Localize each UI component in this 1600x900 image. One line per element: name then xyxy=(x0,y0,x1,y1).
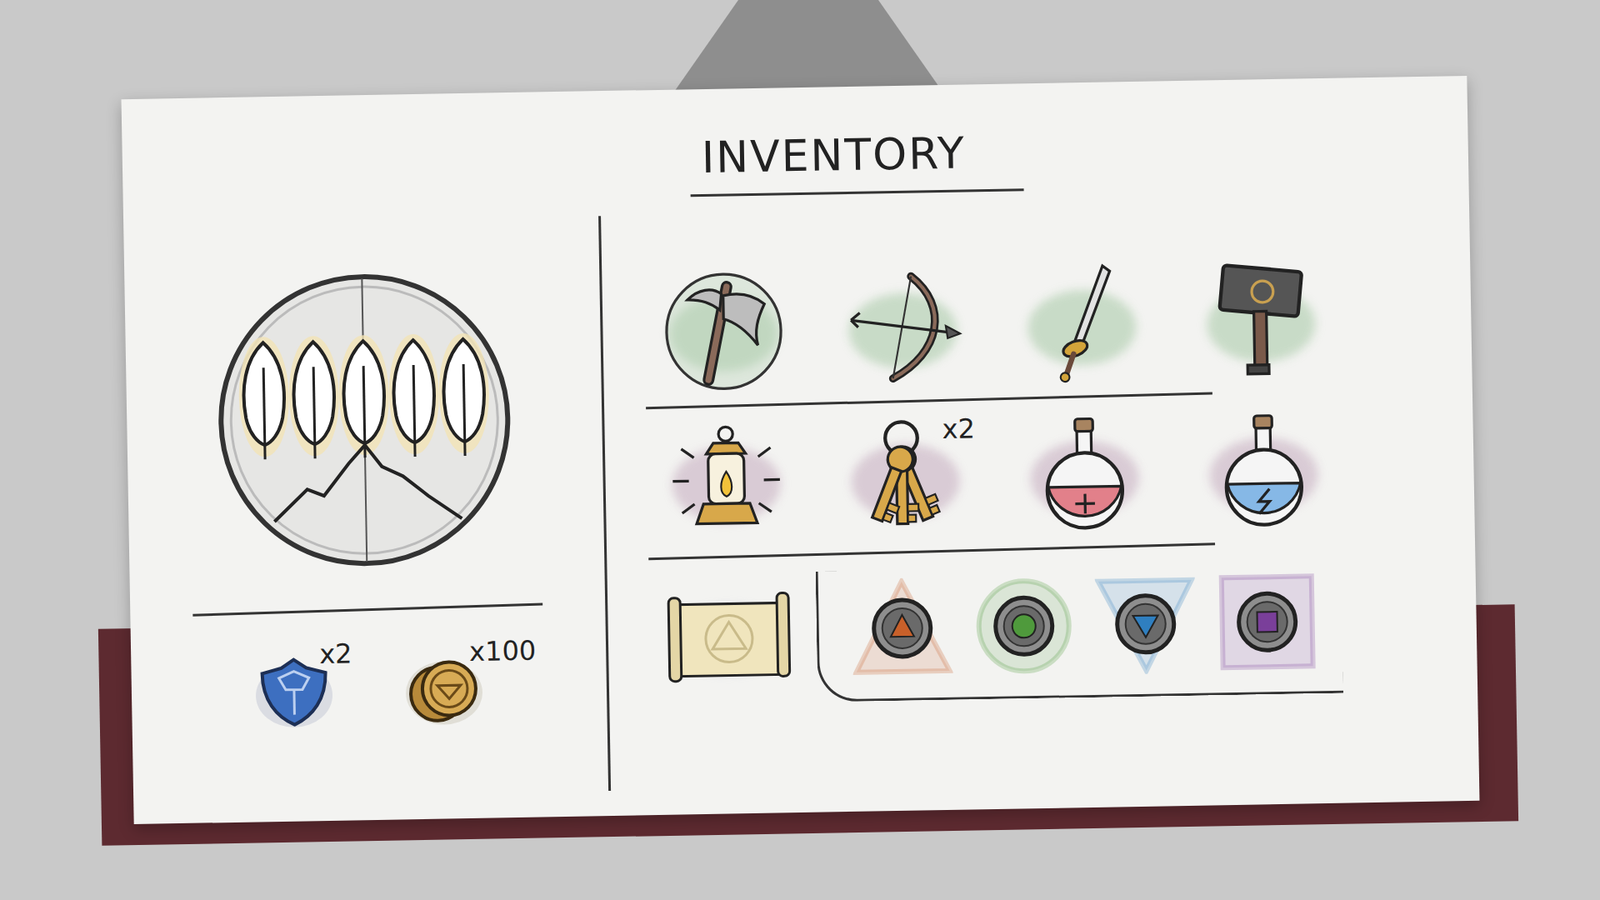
title-block: INVENTORY xyxy=(640,117,1469,198)
divider xyxy=(192,602,543,616)
leaves-emblem-icon xyxy=(211,267,517,573)
rune-slot[interactable] xyxy=(850,577,953,680)
triangle-down-rune-icon xyxy=(1094,573,1196,675)
energy-potion-icon xyxy=(1200,407,1328,535)
currency-item[interactable]: x100 xyxy=(396,642,490,736)
column-divider xyxy=(598,215,611,791)
item-slot[interactable] xyxy=(645,412,807,549)
weapon-slot[interactable] xyxy=(643,261,805,398)
currency-item[interactable]: x2 xyxy=(247,645,341,739)
map-slot[interactable] xyxy=(648,571,810,700)
quest-row xyxy=(648,560,1478,705)
weapon-slot[interactable] xyxy=(822,258,984,395)
hammer-icon xyxy=(1197,256,1325,385)
item-slot[interactable] xyxy=(1183,403,1345,540)
emblem xyxy=(211,267,517,573)
item-slot[interactable] xyxy=(1004,405,1165,542)
item-row: x2 xyxy=(645,400,1475,549)
inventory-screen: x2 x100 INVENTORY x2 xyxy=(0,0,1600,900)
axe-icon xyxy=(660,265,788,394)
weapon-row xyxy=(643,250,1473,398)
currency-count: x100 xyxy=(468,635,536,668)
currency-count: x2 xyxy=(318,637,352,670)
rune-list xyxy=(815,562,1344,703)
health-potion-icon xyxy=(1020,410,1149,539)
inventory-panel: INVENTORY x2 xyxy=(598,75,1480,816)
rune-slot[interactable] xyxy=(972,575,1075,677)
scroll-icon xyxy=(660,584,796,687)
rune-slot[interactable] xyxy=(1215,570,1318,673)
sword-icon xyxy=(1018,260,1146,388)
bow-icon xyxy=(839,263,967,391)
circle-rune-icon xyxy=(972,575,1075,677)
square-rune-icon xyxy=(1215,570,1318,673)
rune-slot[interactable] xyxy=(1094,573,1196,675)
item-count: x2 xyxy=(941,412,975,445)
weapon-slot[interactable] xyxy=(1180,252,1341,389)
triangle-rune-icon xyxy=(850,577,953,680)
row-divider xyxy=(648,542,1215,560)
currency-list: x2 x100 xyxy=(247,642,491,739)
weapon-slot[interactable] xyxy=(1001,255,1163,391)
inventory-title: INVENTORY xyxy=(700,117,1469,185)
character-panel: x2 x100 xyxy=(120,90,609,825)
row-divider xyxy=(645,391,1213,410)
inventory-sheet: x2 x100 INVENTORY x2 xyxy=(120,75,1480,825)
item-slot[interactable]: x2 xyxy=(825,409,986,545)
lantern-icon xyxy=(662,416,790,545)
title-underline xyxy=(690,188,1024,197)
